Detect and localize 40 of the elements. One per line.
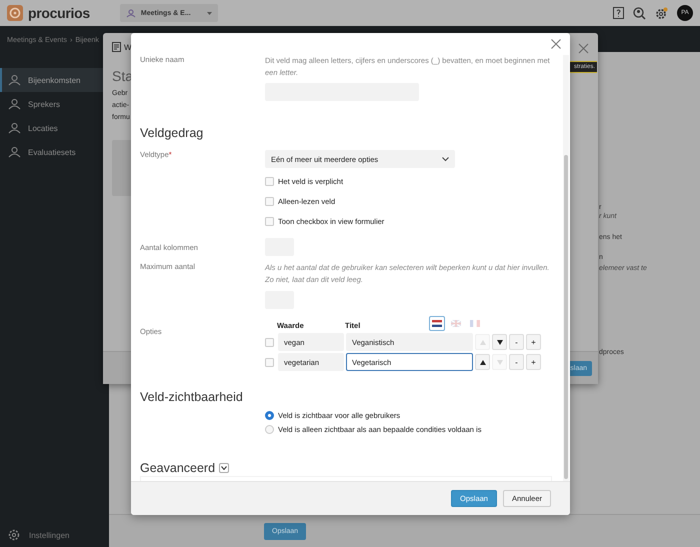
- section-heading: Geavanceerd: [140, 461, 216, 475]
- document-icon: [112, 42, 121, 52]
- help-icon[interactable]: [613, 7, 624, 19]
- chevron-icon: [221, 466, 228, 470]
- triangle-down-icon: [496, 360, 502, 364]
- triangle-up-icon: [480, 360, 486, 364]
- person-icon: [8, 146, 21, 158]
- row-checkbox[interactable]: [265, 338, 274, 346]
- remove-button[interactable]: -: [509, 334, 524, 350]
- sidebar-item[interactable]: Sprekers: [0, 92, 109, 116]
- triangle-down-icon: [496, 340, 502, 344]
- dialog-title: W: [124, 42, 132, 52]
- people-icon: [126, 8, 136, 18]
- sidebar-item[interactable]: Locaties: [0, 116, 109, 140]
- user-search-icon[interactable]: [633, 6, 646, 20]
- triangle-up-icon: [480, 340, 486, 344]
- add-button[interactable]: +: [526, 354, 541, 370]
- caret-icon: [206, 12, 212, 14]
- scrollbar-thumb[interactable]: [564, 155, 568, 479]
- settings-icon: [8, 529, 20, 541]
- logo-icon: [7, 5, 23, 21]
- close-icon[interactable]: [551, 39, 561, 49]
- section-heading: Veld-zichtbaarheid: [140, 390, 244, 404]
- close-icon[interactable]: [578, 43, 589, 54]
- move-down-button[interactable]: [492, 334, 507, 350]
- sidebar-item[interactable]: Instellingen: [0, 523, 109, 547]
- remove-button[interactable]: -: [509, 354, 524, 370]
- person-icon: [8, 74, 21, 86]
- expand-toggle[interactable]: [219, 463, 230, 473]
- sidebar-item[interactable]: Evaluatiesets: [0, 140, 109, 164]
- settings-icon[interactable]: [655, 6, 668, 20]
- add-button[interactable]: +: [526, 334, 541, 350]
- move-up-button[interactable]: [475, 354, 490, 370]
- row-checkbox[interactable]: [265, 358, 274, 366]
- language-flag-icon[interactable]: [429, 316, 445, 331]
- logo-text: procurios: [28, 5, 90, 21]
- person-icon: [8, 122, 21, 134]
- person-icon: [8, 98, 21, 110]
- chevron-down-icon: [442, 156, 449, 162]
- section-heading: Veldgedrag: [140, 126, 204, 140]
